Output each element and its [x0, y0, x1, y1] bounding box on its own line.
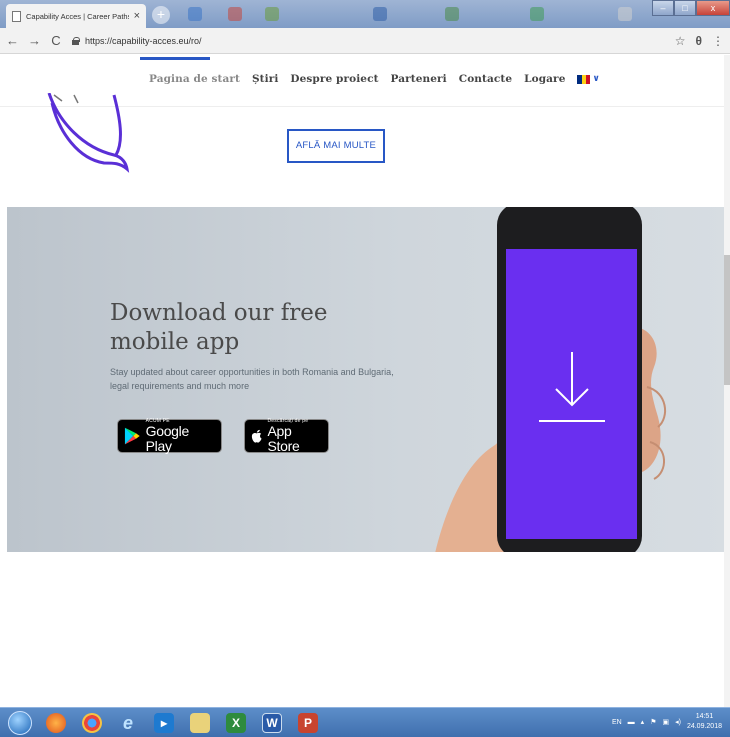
language-indicator[interactable]: EN — [612, 719, 622, 726]
scrollbar-thumb[interactable] — [724, 255, 730, 385]
windows-taskbar: e ▸ X W P EN ▬ ▴ ⚑ ▣ ◂) 14:51 24.09.2018 — [0, 707, 730, 737]
excel-icon[interactable]: X — [226, 713, 246, 733]
back-button[interactable]: ← — [6, 33, 19, 48]
menu-icon[interactable]: ⋮ — [712, 34, 724, 48]
background-app-icon — [373, 7, 387, 21]
nav-item-partners[interactable]: Parteneri — [391, 73, 447, 85]
app-section-description: Stay updated about career opportunities … — [110, 367, 394, 391]
forward-button[interactable]: → — [28, 33, 41, 48]
background-app-icon — [445, 7, 459, 21]
background-app-icon — [618, 7, 632, 21]
url-field[interactable]: https://capability-acces.eu/ro/ — [72, 32, 665, 50]
network-icon[interactable]: ▣ — [662, 718, 669, 726]
powerpoint-icon[interactable]: P — [298, 713, 318, 733]
chrome-icon[interactable] — [82, 713, 102, 733]
address-bar: ← → C https://capability-acces.eu/ro/ ☆ … — [0, 28, 730, 54]
clock-time: 14:51 — [695, 713, 714, 720]
minimize-button[interactable]: – — [652, 0, 674, 16]
google-play-icon — [124, 427, 140, 445]
badge-big-text: Google Play — [145, 423, 190, 454]
background-app-icon — [188, 7, 202, 21]
new-tab-button[interactable]: + — [152, 6, 170, 24]
background-app-icon — [228, 7, 242, 21]
maximize-button[interactable]: □ — [674, 0, 696, 16]
nav-item-contacts[interactable]: Contacte — [459, 73, 512, 85]
reload-button[interactable]: C — [50, 33, 62, 48]
app-section-title: Download our free mobile app — [110, 299, 390, 357]
word-icon[interactable]: W — [262, 713, 282, 733]
close-tab-icon[interactable]: × — [134, 10, 140, 22]
internet-explorer-icon[interactable]: e — [118, 713, 138, 733]
chevron-down-icon: ∨ — [592, 74, 600, 84]
badge-big-text: App Store — [267, 423, 300, 454]
logo-swoosh-icon — [47, 93, 130, 173]
window-controls: – □ x — [652, 0, 730, 16]
hero-section: AFLĂ MAI MULTE — [0, 93, 730, 207]
nav-item-news[interactable]: Știri — [252, 73, 278, 85]
nav-item-about[interactable]: Despre proiect — [290, 73, 378, 85]
page-icon — [12, 10, 21, 22]
app-store-button[interactable]: Descărcați de pe App Store — [244, 418, 329, 454]
flag-icon[interactable]: ⚑ — [650, 718, 656, 726]
system-tray: EN ▬ ▴ ⚑ ▣ ◂) 14:51 24.09.2018 — [612, 712, 722, 732]
tab-title: Capability Acces | Career Paths t... — [26, 11, 129, 21]
keyboard-icon[interactable]: ▬ — [628, 719, 635, 726]
browser-tab-strip: Capability Acces | Career Paths t... × +… — [0, 0, 730, 28]
start-button[interactable] — [8, 711, 32, 735]
lock-icon — [72, 36, 80, 45]
title-line: mobile app — [110, 329, 240, 355]
nav-item-home[interactable]: Pagina de start — [149, 73, 240, 85]
nav-active-indicator — [140, 57, 210, 60]
background-app-icon — [265, 7, 279, 21]
close-window-button[interactable]: x — [696, 0, 730, 16]
clock[interactable]: 14:51 24.09.2018 — [687, 712, 722, 732]
bookmark-star-icon[interactable]: ☆ — [675, 34, 686, 48]
profile-icon[interactable]: θ — [696, 34, 703, 48]
download-arrow-icon — [539, 352, 605, 422]
nav-item-login[interactable]: Logare — [524, 73, 565, 85]
page-scrollbar[interactable] — [724, 55, 730, 707]
title-line: Download our free — [110, 300, 328, 326]
download-app-section: Download our free mobile app Stay update… — [7, 207, 730, 552]
background-app-icon — [530, 7, 544, 21]
media-player-icon[interactable]: ▸ — [154, 713, 174, 733]
url-text: https://capability-acces.eu/ro/ — [85, 35, 202, 46]
learn-more-button[interactable]: AFLĂ MAI MULTE — [287, 129, 385, 163]
nav-links: Pagina de start Știri Despre proiect Par… — [149, 73, 600, 85]
folder-icon[interactable] — [190, 713, 210, 733]
firefox-icon[interactable] — [46, 713, 66, 733]
volume-icon[interactable]: ◂) — [675, 718, 681, 726]
apple-icon — [251, 429, 262, 443]
show-hidden-icons-icon[interactable]: ▴ — [641, 718, 645, 726]
romania-flag-icon — [577, 74, 591, 84]
google-play-button[interactable]: ACUM PE Google Play — [117, 418, 222, 454]
clock-date: 24.09.2018 — [686, 723, 722, 730]
language-selector[interactable]: ∨ — [577, 74, 600, 84]
browser-tab[interactable]: Capability Acces | Career Paths t... × — [6, 4, 146, 28]
